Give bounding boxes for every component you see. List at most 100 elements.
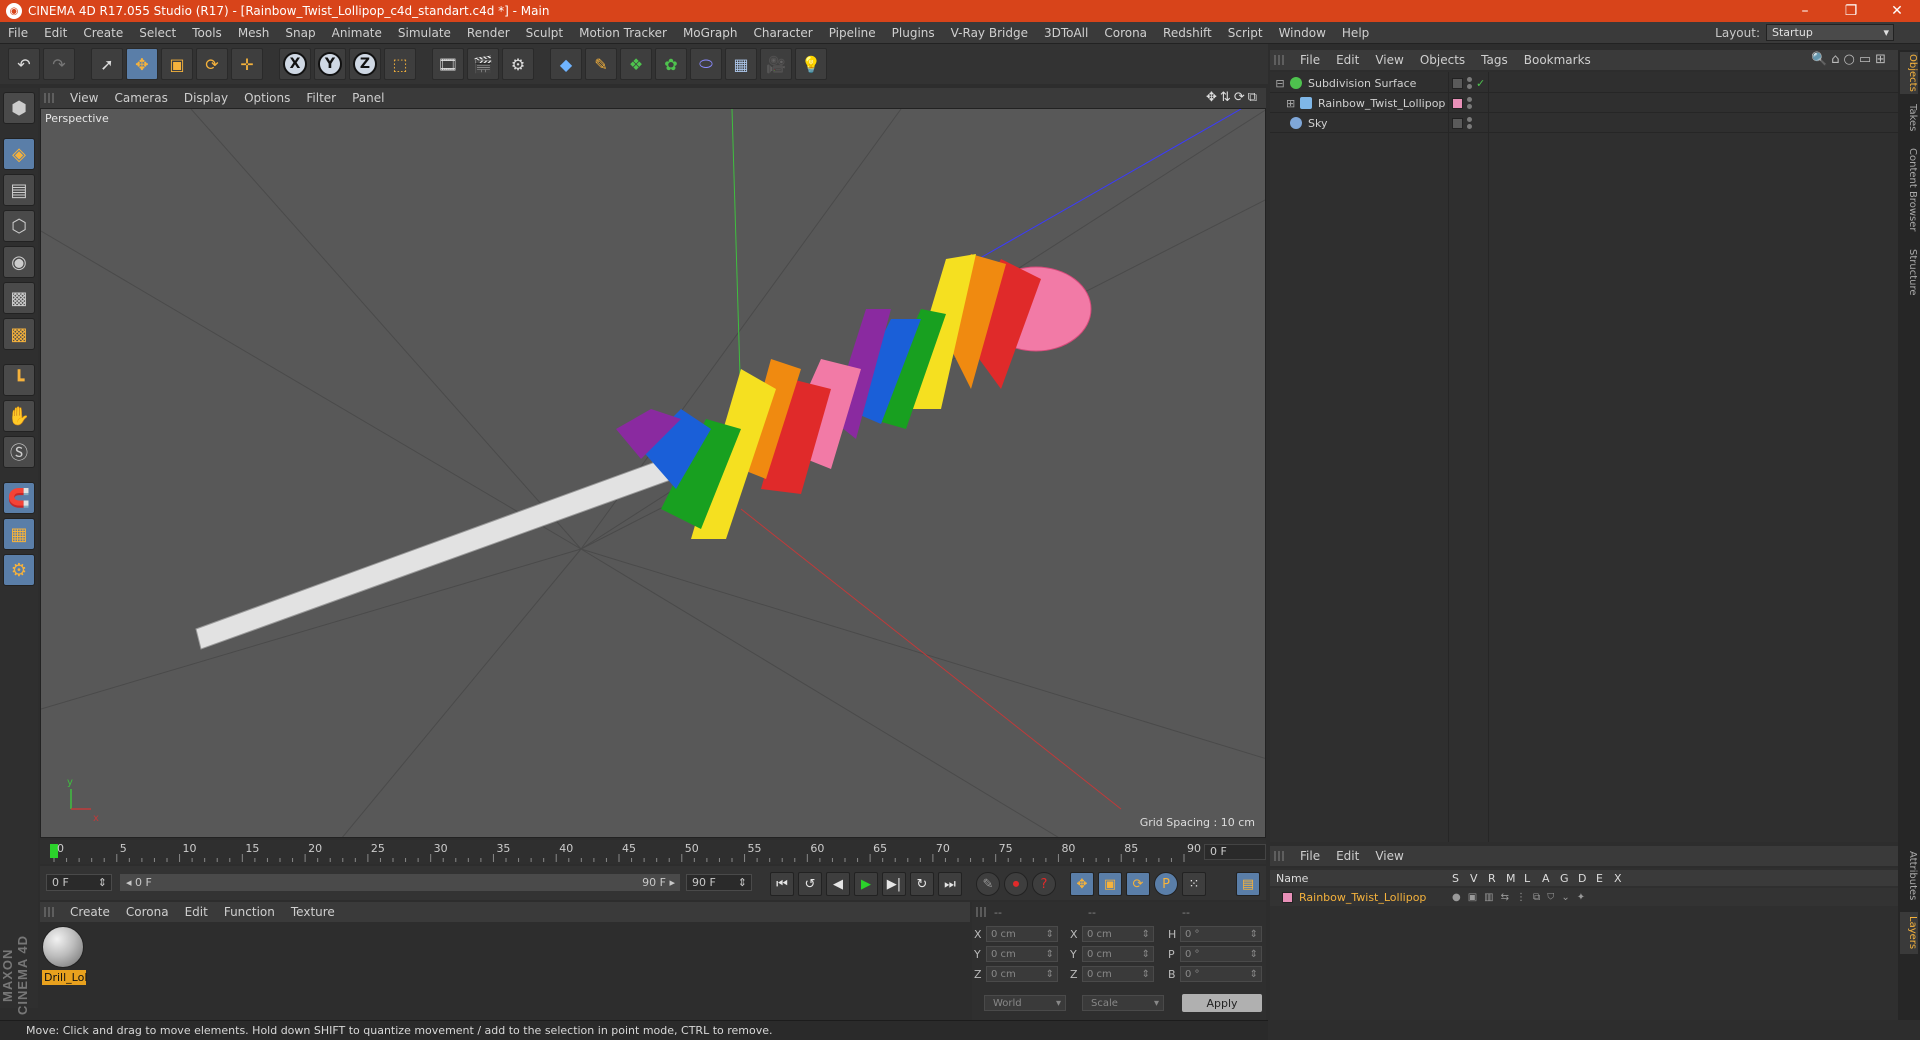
previous-frame-button[interactable]: ◀ bbox=[826, 872, 850, 896]
add-cube-button[interactable]: ◆ bbox=[550, 48, 582, 80]
add-subdivision-button[interactable]: ❖ bbox=[620, 48, 652, 80]
start-frame-field[interactable]: 0 F ⇕ bbox=[46, 874, 112, 891]
menu-animate[interactable]: Animate bbox=[324, 26, 390, 40]
close-button[interactable]: ✕ bbox=[1874, 3, 1920, 19]
rot-b-field[interactable]: 0 ° ⇕ bbox=[1180, 966, 1262, 982]
material-menu-edit[interactable]: Edit bbox=[177, 905, 216, 919]
material-menu-create[interactable]: Create bbox=[62, 905, 118, 919]
menu-pipeline[interactable]: Pipeline bbox=[821, 26, 884, 40]
col-name[interactable]: Name bbox=[1276, 872, 1308, 885]
layout-select[interactable]: Startup ▾ bbox=[1766, 24, 1894, 41]
tweak-mode-button[interactable]: ✋ bbox=[3, 400, 35, 432]
add-camera-button[interactable]: 🎥 bbox=[760, 48, 792, 80]
layer-menu-view[interactable]: View bbox=[1367, 849, 1411, 863]
panel-grip-icon[interactable] bbox=[1274, 851, 1284, 861]
expand-icon[interactable]: ⊞ bbox=[1286, 97, 1300, 110]
menu-motion-tracker[interactable]: Motion Tracker bbox=[571, 26, 675, 40]
tab-objects[interactable]: Objects bbox=[1900, 52, 1918, 94]
viewport-nav-icons[interactable]: ✥⇅⟳⧉ bbox=[1206, 90, 1260, 105]
record-keys-button[interactable]: ✎ bbox=[976, 872, 1000, 896]
play-button[interactable]: ▶ bbox=[854, 872, 878, 896]
object-menu-tags[interactable]: Tags bbox=[1473, 53, 1516, 67]
render-picture-viewer-button[interactable]: 🎬 bbox=[467, 48, 499, 80]
panel-grip-icon[interactable] bbox=[1274, 55, 1284, 65]
menu-window[interactable]: Window bbox=[1271, 26, 1334, 40]
col-manager[interactable]: M bbox=[1506, 872, 1516, 885]
z-axis-lock-button[interactable]: Z bbox=[349, 48, 381, 80]
go-to-start-button[interactable]: ⏮ bbox=[770, 872, 794, 896]
panel-grip-icon[interactable] bbox=[44, 907, 54, 917]
object-menu-objects[interactable]: Objects bbox=[1412, 53, 1473, 67]
pos-z-field[interactable]: 0 cm ⇕ bbox=[986, 966, 1058, 982]
x-axis-lock-button[interactable]: X bbox=[279, 48, 311, 80]
model-mode-button[interactable]: ◈ bbox=[3, 138, 35, 170]
next-key-button[interactable]: ↻ bbox=[910, 872, 934, 896]
menu-file[interactable]: File bbox=[0, 26, 36, 40]
next-frame-button[interactable]: ▶| bbox=[882, 872, 906, 896]
record-scale-button[interactable]: ▣ bbox=[1098, 872, 1122, 896]
material-menu-function[interactable]: Function bbox=[216, 905, 283, 919]
viewport-menu-panel[interactable]: Panel bbox=[344, 91, 392, 105]
col-view[interactable]: V bbox=[1470, 872, 1478, 885]
add-deformer-button[interactable]: ⬭ bbox=[690, 48, 722, 80]
snap-button[interactable]: 🧲 bbox=[3, 482, 35, 514]
viewport-menu-display[interactable]: Display bbox=[176, 91, 236, 105]
visibility-dots[interactable] bbox=[1467, 117, 1472, 129]
add-spline-button[interactable]: ✎ bbox=[585, 48, 617, 80]
end-frame-field[interactable]: 90 F ⇕ bbox=[686, 874, 752, 891]
object-row-subdivision-surface[interactable]: ⊟ Subdivision Surface ✓ bbox=[1270, 74, 1898, 93]
menu-redshift[interactable]: Redshift bbox=[1155, 26, 1220, 40]
col-generators[interactable]: G bbox=[1560, 872, 1569, 885]
y-axis-lock-button[interactable]: Y bbox=[314, 48, 346, 80]
menu-script[interactable]: Script bbox=[1220, 26, 1271, 40]
col-deformers[interactable]: D bbox=[1578, 872, 1586, 885]
object-menu-file[interactable]: File bbox=[1292, 53, 1328, 67]
viewport-menu-cameras[interactable]: Cameras bbox=[106, 91, 175, 105]
material-menu-texture[interactable]: Texture bbox=[283, 905, 343, 919]
tab-content-browser[interactable]: Content Browser bbox=[1900, 144, 1918, 236]
layer-menu-file[interactable]: File bbox=[1292, 849, 1328, 863]
enabled-check-icon[interactable]: ✓ bbox=[1476, 77, 1485, 90]
solo-button[interactable]: Ⓢ bbox=[3, 436, 35, 468]
previous-key-button[interactable]: ↺ bbox=[798, 872, 822, 896]
autokeying-button[interactable]: ⏺ bbox=[1004, 872, 1028, 896]
pos-x-field[interactable]: 0 cm ⇕ bbox=[986, 926, 1058, 942]
timeline-ruler[interactable]: 0 5 10 15 20 25 30 35 40 45 50 55 60 65 70 75 80 85 90 0 F bbox=[40, 840, 1266, 864]
col-xref[interactable]: X bbox=[1614, 872, 1622, 885]
render-settings-button[interactable]: ⚙ bbox=[502, 48, 534, 80]
object-menu-bookmarks[interactable]: Bookmarks bbox=[1516, 53, 1599, 67]
collapse-icon[interactable]: ⊟ bbox=[1270, 77, 1290, 90]
planar-workplane-button[interactable]: ⚙ bbox=[3, 554, 35, 586]
viewport-camera-label[interactable]: Perspective bbox=[45, 112, 109, 125]
menu-snap[interactable]: Snap bbox=[277, 26, 323, 40]
visibility-dots[interactable] bbox=[1467, 77, 1472, 89]
object-row-rainbow-twist-lollipop[interactable]: ⊞ Rainbow_Twist_Lollipop bbox=[1270, 94, 1898, 113]
rot-p-field[interactable]: 0 ° ⇕ bbox=[1180, 946, 1262, 962]
workplane-lock-button[interactable]: ▦ bbox=[3, 518, 35, 550]
panel-grip-icon[interactable] bbox=[976, 907, 986, 917]
rotate-tool-button[interactable]: ⟳ bbox=[196, 48, 228, 80]
menu-mograph[interactable]: MoGraph bbox=[675, 26, 746, 40]
transform-tool-button[interactable]: ✛ bbox=[231, 48, 263, 80]
add-light-button[interactable]: 💡 bbox=[795, 48, 827, 80]
timeline-window-button[interactable]: ▤ bbox=[1236, 872, 1260, 896]
perspective-viewport[interactable]: y x Perspective Grid Spacing : 10 cm bbox=[40, 108, 1266, 838]
add-mograph-button[interactable]: ✿ bbox=[655, 48, 687, 80]
col-locked[interactable]: L bbox=[1524, 872, 1530, 885]
tab-layers[interactable]: Layers bbox=[1900, 912, 1918, 954]
coordinate-system-button[interactable]: ⬚ bbox=[384, 48, 416, 80]
coordinate-mode-select[interactable]: World ▾ bbox=[984, 995, 1066, 1011]
viewport-menu-view[interactable]: View bbox=[62, 91, 106, 105]
record-point-level-button[interactable]: ⁙ bbox=[1182, 872, 1206, 896]
menu-corona[interactable]: Corona bbox=[1096, 26, 1155, 40]
tab-structure[interactable]: Structure bbox=[1900, 244, 1918, 300]
col-expressions[interactable]: E bbox=[1596, 872, 1603, 885]
live-select-button[interactable]: ➚ bbox=[91, 48, 123, 80]
object-menu-view[interactable]: View bbox=[1367, 53, 1411, 67]
menu-character[interactable]: Character bbox=[745, 26, 820, 40]
axis-mode-button[interactable]: ┗ bbox=[3, 364, 35, 396]
menu-edit[interactable]: Edit bbox=[36, 26, 75, 40]
menu-vray-bridge[interactable]: V-Ray Bridge bbox=[943, 26, 1036, 40]
frame-range-slider[interactable]: ◂ 0 F 90 F ▸ bbox=[120, 874, 680, 891]
object-manager-tool-icons[interactable]: 🔍⌂○▭⊞ bbox=[1811, 52, 1890, 67]
